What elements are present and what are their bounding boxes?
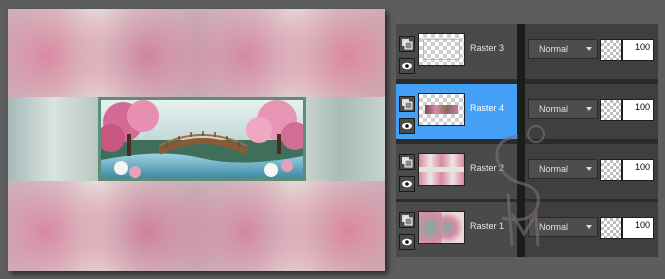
blend-mode-dropdown[interactable]: Normal: [528, 99, 598, 119]
blend-mode-dropdown[interactable]: Normal: [528, 217, 598, 237]
eye-icon[interactable]: [399, 58, 415, 74]
blend-mode-dropdown[interactable]: Normal: [528, 159, 598, 179]
layer-thumbnail: [418, 93, 465, 126]
blend-mode-value: Normal: [539, 164, 569, 174]
blend-mode-value: Normal: [539, 44, 569, 54]
opacity-swatch: [600, 159, 622, 181]
layer-properties-raster-3: Normal 100: [525, 24, 658, 79]
chevron-down-icon: [586, 107, 592, 111]
chevron-down-icon: [586, 225, 592, 229]
opacity-input[interactable]: 100: [622, 99, 654, 121]
opacity-input[interactable]: 100: [622, 39, 654, 61]
opacity-input[interactable]: 100: [622, 217, 654, 239]
cherry-blossom-bridge-artwork: [98, 97, 306, 181]
eye-icon[interactable]: [399, 234, 415, 250]
layer-name[interactable]: Raster 2: [470, 163, 504, 173]
panel-divider: [517, 24, 525, 257]
blend-mode-dropdown[interactable]: Normal: [528, 39, 598, 59]
canvas-preview[interactable]: [8, 9, 385, 271]
blend-mode-value: Normal: [539, 222, 569, 232]
layer-mask-icon[interactable]: [399, 96, 415, 112]
layer-mask-icon[interactable]: [399, 212, 415, 228]
layer-name[interactable]: Raster 4: [470, 103, 504, 113]
opacity-input[interactable]: 100: [622, 159, 654, 181]
eye-icon[interactable]: [399, 118, 415, 134]
layer-properties-raster-1: Normal 100: [525, 202, 658, 257]
layer-thumbnail: [418, 211, 465, 244]
chevron-down-icon: [586, 47, 592, 51]
layer-properties-raster-2: Normal 100: [525, 144, 658, 199]
layer-row-raster-2[interactable]: Raster 2: [396, 144, 517, 199]
layer-mask-icon[interactable]: [399, 154, 415, 170]
layer-row-raster-4[interactable]: Raster 4: [396, 84, 517, 139]
opacity-swatch: [600, 217, 622, 239]
layer-row-raster-1[interactable]: Raster 1: [396, 202, 517, 257]
opacity-swatch: [600, 39, 622, 61]
opacity-swatch: [600, 99, 622, 121]
layer-thumbnail: [418, 153, 465, 186]
layer-name[interactable]: Raster 1: [470, 221, 504, 231]
layer-row-raster-3[interactable]: Raster 3: [396, 24, 517, 79]
eye-icon[interactable]: [399, 176, 415, 192]
layer-name[interactable]: Raster 3: [470, 43, 504, 53]
layer-properties-raster-4: Normal 100: [525, 84, 658, 139]
blend-mode-value: Normal: [539, 104, 569, 114]
layer-mask-icon[interactable]: [399, 36, 415, 52]
layer-thumbnail: [418, 33, 465, 66]
chevron-down-icon: [586, 167, 592, 171]
